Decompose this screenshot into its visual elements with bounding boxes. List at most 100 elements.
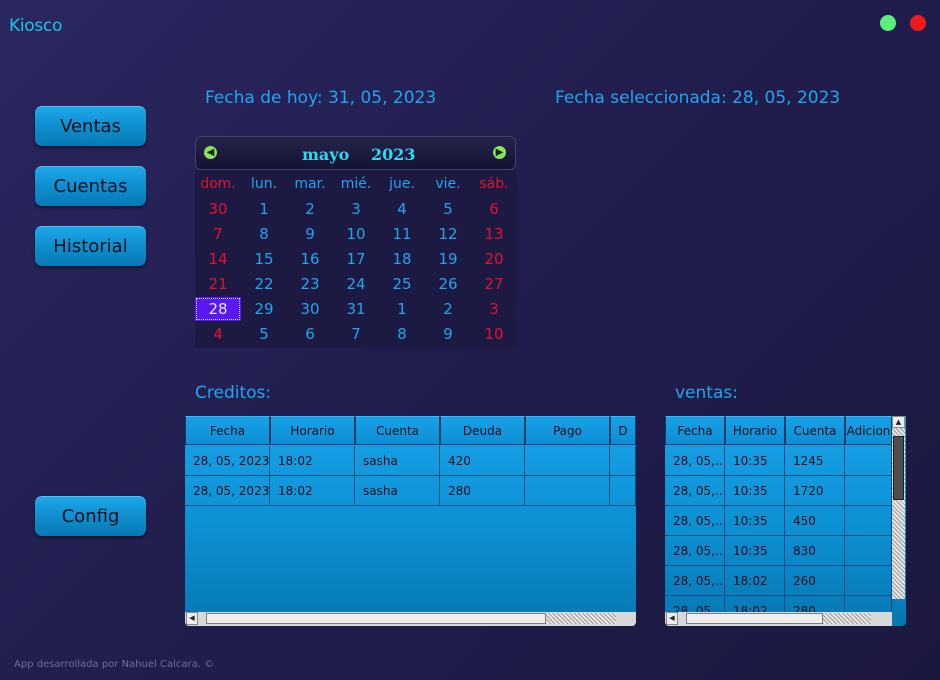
scroll-thumb[interactable]: [893, 436, 904, 500]
table-cell[interactable]: [610, 446, 636, 476]
ventas-grid[interactable]: Fecha Horario Cuenta Adicion 28, 05,... 10:3…: [665, 416, 906, 626]
table-cell[interactable]: 1245: [785, 446, 845, 476]
table-cell[interactable]: 830: [785, 536, 845, 566]
table-cell[interactable]: 18:02: [270, 446, 355, 476]
table-row[interactable]: 28, 05, 2023 18:02 sasha 280: [185, 476, 636, 506]
table-row[interactable]: 28, 05, 2023 18:02 sasha 420: [185, 446, 636, 476]
table-cell[interactable]: [610, 476, 636, 506]
calendar-day[interactable]: 30: [195, 197, 241, 221]
calendar-month[interactable]: mayo: [302, 145, 349, 164]
table-cell[interactable]: [845, 446, 892, 476]
calendar-day[interactable]: 20: [471, 247, 517, 271]
table-row[interactable]: 28, 05,... 10:35 450: [665, 506, 892, 536]
creditos-grid[interactable]: Fecha Horario Cuenta Deuda Pago D 28, 05, 202…: [185, 416, 636, 626]
table-cell[interactable]: [525, 446, 610, 476]
table-cell[interactable]: 450: [785, 506, 845, 536]
table-cell[interactable]: 28, 05,...: [665, 446, 725, 476]
table-cell[interactable]: 28, 05,...: [665, 536, 725, 566]
table-cell[interactable]: 28, 05,...: [665, 566, 725, 596]
table-cell[interactable]: [845, 566, 892, 596]
table-cell[interactable]: 10:35: [725, 506, 785, 536]
calendar-day[interactable]: 16: [287, 247, 333, 271]
cuentas-button[interactable]: Cuentas: [35, 166, 146, 206]
calendar-day[interactable]: 6: [471, 197, 517, 221]
column-header[interactable]: Fecha: [185, 416, 270, 445]
calendar-day[interactable]: 23: [287, 272, 333, 296]
calendar-day[interactable]: 7: [195, 222, 241, 246]
calendar-day[interactable]: 9: [425, 322, 471, 346]
column-header[interactable]: Fecha: [665, 416, 725, 445]
calendar-day[interactable]: 22: [241, 272, 287, 296]
calendar-day[interactable]: 11: [379, 222, 425, 246]
calendar-day[interactable]: 7: [333, 322, 379, 346]
config-button[interactable]: Config: [35, 496, 146, 536]
table-cell[interactable]: 10:35: [725, 536, 785, 566]
table-cell[interactable]: [525, 476, 610, 506]
calendar-day[interactable]: 9: [287, 222, 333, 246]
table-cell[interactable]: [845, 476, 892, 506]
table-cell[interactable]: 18:02: [270, 476, 355, 506]
scroll-thumb[interactable]: [206, 613, 546, 624]
calendar-day[interactable]: 19: [425, 247, 471, 271]
creditos-hscrollbar[interactable]: ◀: [185, 612, 636, 626]
table-cell[interactable]: 260: [785, 566, 845, 596]
scroll-thumb[interactable]: [686, 613, 823, 624]
calendar-day[interactable]: 13: [471, 222, 517, 246]
calendar-day[interactable]: 12: [425, 222, 471, 246]
historial-button[interactable]: Historial: [35, 226, 146, 266]
calendar-day[interactable]: 8: [241, 222, 287, 246]
table-cell[interactable]: 280: [440, 476, 525, 506]
calendar-day[interactable]: 4: [379, 197, 425, 221]
close-button[interactable]: [910, 15, 926, 31]
calendar-day-selected[interactable]: 28: [195, 297, 241, 321]
calendar-day[interactable]: 26: [425, 272, 471, 296]
calendar-day[interactable]: 3: [471, 297, 517, 321]
column-header[interactable]: Deuda: [440, 416, 525, 445]
calendar-day[interactable]: 2: [287, 197, 333, 221]
calendar-day[interactable]: 15: [241, 247, 287, 271]
table-cell[interactable]: 18:02: [725, 566, 785, 596]
calendar-day[interactable]: 1: [241, 197, 287, 221]
calendar-day[interactable]: 10: [333, 222, 379, 246]
table-cell[interactable]: [845, 536, 892, 566]
scroll-up-icon[interactable]: ▲: [892, 416, 905, 428]
table-cell[interactable]: sasha: [355, 476, 440, 506]
ventas-vscrollbar[interactable]: ▲: [892, 416, 905, 599]
calendar-day[interactable]: 18: [379, 247, 425, 271]
calendar-day[interactable]: 6: [287, 322, 333, 346]
table-cell[interactable]: 28, 05, 2023: [185, 446, 270, 476]
calendar-year[interactable]: 2023: [371, 145, 416, 164]
calendar-day[interactable]: 21: [195, 272, 241, 296]
table-row[interactable]: 28, 05,... 18:02 260: [665, 566, 892, 596]
scroll-left-icon[interactable]: ◀: [186, 612, 198, 625]
calendar-day[interactable]: 4: [195, 322, 241, 346]
calendar-day[interactable]: 29: [241, 297, 287, 321]
arrow-right-icon[interactable]: ▶: [493, 146, 506, 159]
column-header[interactable]: Cuenta: [355, 416, 440, 445]
table-cell[interactable]: 1720: [785, 476, 845, 506]
calendar-day[interactable]: 31: [333, 297, 379, 321]
table-row[interactable]: 28, 05,... 10:35 1245: [665, 446, 892, 476]
calendar-day[interactable]: 17: [333, 247, 379, 271]
table-cell[interactable]: 10:35: [725, 446, 785, 476]
column-header[interactable]: Adicion: [845, 416, 892, 445]
calendar-day[interactable]: 2: [425, 297, 471, 321]
column-header[interactable]: D: [610, 416, 636, 445]
calendar-day[interactable]: 10: [471, 322, 517, 346]
calendar-day[interactable]: 5: [241, 322, 287, 346]
table-cell[interactable]: 28, 05,...: [665, 476, 725, 506]
table-cell[interactable]: sasha: [355, 446, 440, 476]
table-cell[interactable]: 28, 05, 2023: [185, 476, 270, 506]
calendar-day[interactable]: 5: [425, 197, 471, 221]
calendar-day[interactable]: 14: [195, 247, 241, 271]
table-cell[interactable]: 28, 05,...: [665, 506, 725, 536]
scroll-left-icon[interactable]: ◀: [666, 612, 678, 625]
column-header[interactable]: Pago: [525, 416, 610, 445]
table-cell[interactable]: [845, 506, 892, 536]
column-header[interactable]: Cuenta: [785, 416, 845, 445]
calendar-day[interactable]: 3: [333, 197, 379, 221]
table-row[interactable]: 28, 05,... 10:35 1720: [665, 476, 892, 506]
table-cell[interactable]: 420: [440, 446, 525, 476]
ventas-hscrollbar[interactable]: ◀: [665, 612, 892, 626]
column-header[interactable]: Horario: [725, 416, 785, 445]
